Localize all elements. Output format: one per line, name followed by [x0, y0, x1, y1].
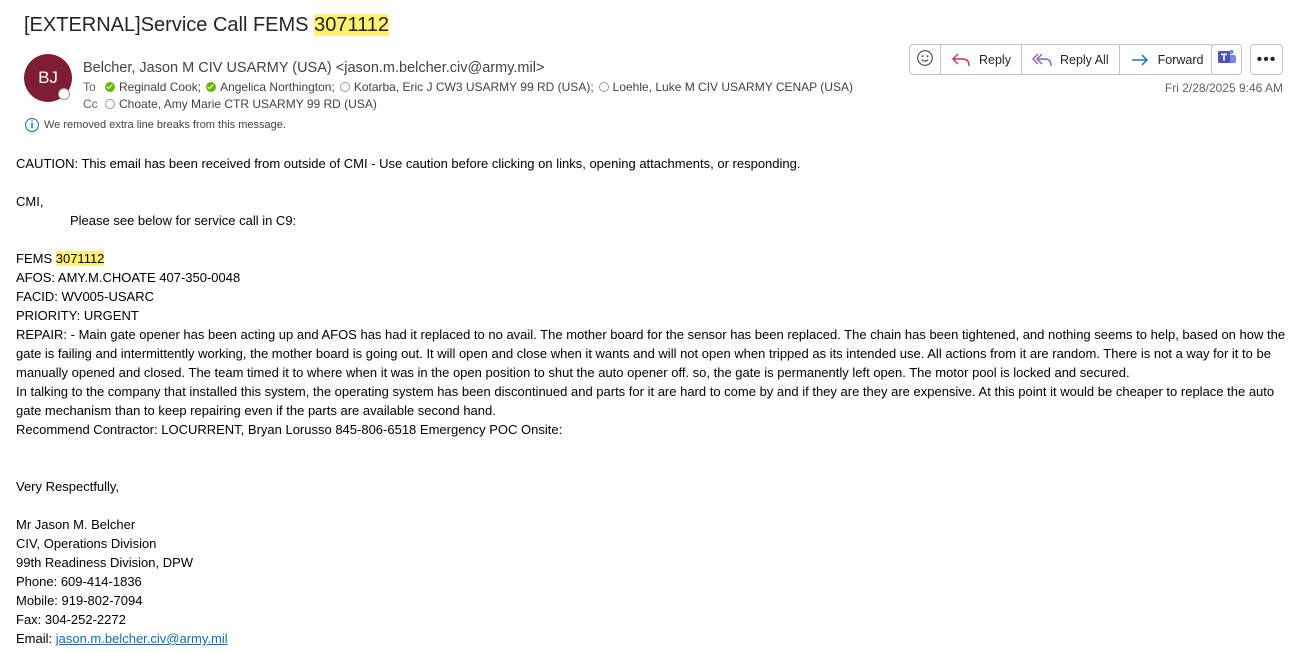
info-icon: i: [25, 118, 39, 132]
intro-text: Please see below for service call in C9:: [70, 213, 297, 228]
presence-status-icon: [58, 88, 70, 100]
reply-label: Reply: [979, 52, 1011, 67]
recipient-name: Choate, Amy Marie CTR USARMY 99 RD (USA): [119, 97, 377, 111]
info-notice: i We removed extra line breaks from this…: [25, 118, 286, 132]
forward-icon: [1130, 52, 1150, 68]
teams-button[interactable]: [1211, 44, 1242, 75]
teams-icon: [1217, 48, 1237, 71]
email-subject: [EXTERNAL]Service Call FEMS 3071112: [24, 14, 389, 37]
received-date: Fri 2/28/2025 9:46 AM: [1164, 81, 1283, 95]
repair-paragraph: REPAIR: - Main gate opener has been acti…: [16, 327, 1286, 380]
subject-text: [EXTERNAL]Service Call FEMS: [24, 14, 315, 36]
afos-line: AFOS: AMY.M.CHOATE 407-350-0048: [16, 270, 241, 285]
sender-name[interactable]: Belcher, Jason M CIV USARMY (USA) <jason…: [83, 60, 544, 76]
signature-email-line: Email: jason.m.belcher.civ@army.mil: [16, 629, 1296, 648]
facid-line: FACID: WV005-USARC: [16, 289, 154, 304]
cc-label: Cc: [83, 97, 98, 111]
recipient[interactable]: Reginald Cook;: [105, 80, 201, 94]
to-recipients: To Reginald Cook; Angelica Northington; …: [83, 80, 858, 94]
greeting: CMI,: [16, 194, 44, 209]
recipient[interactable]: Loehle, Luke M CIV USARMY CENAP (USA): [598, 80, 853, 94]
signature-fax: Fax: 304-252-2272: [16, 612, 126, 627]
signature-mobile: Mobile: 919-802-7094: [16, 593, 143, 608]
recipient-name: Kotarba, Eric J CW3 USARMY 99 RD (USA);: [353, 80, 594, 94]
avatar-initials: BJ: [38, 68, 58, 87]
available-icon: [206, 82, 217, 92]
priority-line: PRIORITY: URGENT: [16, 308, 139, 323]
info-notice-text: We removed extra line breaks from this m…: [44, 119, 286, 131]
signature-org: 99th Readiness Division, DPW: [16, 555, 194, 570]
offline-icon: [598, 82, 609, 92]
offline-icon: [105, 99, 115, 109]
company-paragraph: In talking to the company that installed…: [16, 384, 1275, 418]
more-actions-button[interactable]: •••: [1250, 44, 1283, 75]
recipient[interactable]: Choate, Amy Marie CTR USARMY 99 RD (USA): [105, 97, 377, 111]
subject-highlight: 3071112: [314, 14, 389, 36]
reply-all-label: Reply All: [1059, 52, 1109, 67]
forward-label: Forward: [1157, 52, 1204, 67]
emoji-icon: [916, 49, 934, 70]
caution-banner: CAUTION: This email has been received fr…: [16, 156, 801, 171]
signature-name: Mr Jason M. Belcher: [16, 517, 136, 532]
fems-label: FEMS: [16, 251, 56, 266]
recommend-line: Recommend Contractor: LOCURRENT, Bryan L…: [16, 422, 563, 437]
message-actions: Reply Reply All Forward: [909, 44, 1215, 75]
cc-recipients: Cc Choate, Amy Marie CTR USARMY 99 RD (U…: [83, 97, 382, 111]
reply-all-icon: [1031, 52, 1052, 68]
recipient-name: Angelica Northington;: [220, 80, 335, 94]
signature-phone: Phone: 609-414-1836: [16, 574, 142, 589]
signature-title: CIV, Operations Division: [16, 536, 157, 551]
offline-icon: [339, 82, 350, 92]
reply-icon: [951, 52, 971, 68]
react-button[interactable]: [910, 45, 941, 74]
more-icon: •••: [1256, 50, 1277, 68]
reply-all-button[interactable]: Reply All: [1022, 45, 1120, 74]
message-body: CAUTION: This email has been received fr…: [16, 154, 1296, 648]
forward-button[interactable]: Forward: [1120, 45, 1214, 74]
reply-button[interactable]: Reply: [941, 45, 1022, 74]
recipient-name: Loehle, Luke M CIV USARMY CENAP (USA): [612, 80, 853, 94]
email-link[interactable]: jason.m.belcher.civ@army.mil: [56, 631, 228, 646]
recipient[interactable]: Angelica Northington;: [206, 80, 335, 94]
recipient[interactable]: Kotarba, Eric J CW3 USARMY 99 RD (USA);: [339, 80, 594, 94]
fems-number: 3071112: [55, 251, 105, 266]
to-label: To: [83, 80, 96, 94]
closing: Very Respectfully,: [16, 479, 120, 494]
fems-line: FEMS 3071112: [16, 249, 1296, 268]
available-icon: [105, 82, 115, 92]
email-label: Email:: [16, 631, 56, 646]
recipient-name: Reginald Cook;: [119, 80, 202, 94]
